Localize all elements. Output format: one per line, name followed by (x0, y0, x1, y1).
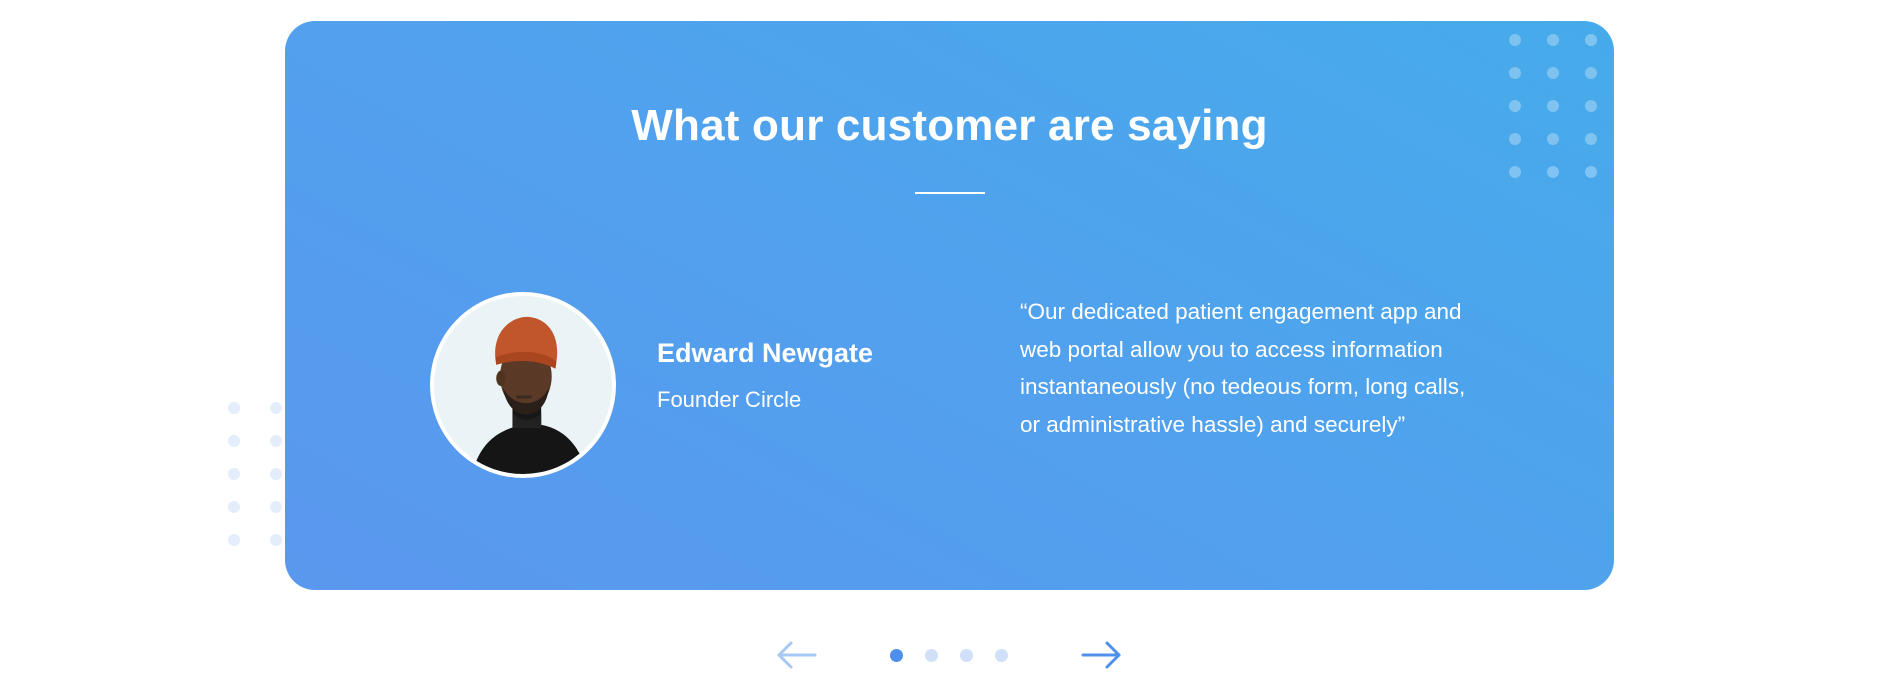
heading-divider (915, 192, 985, 194)
avatar-portrait-image (434, 296, 612, 474)
section-heading: What our customer are saying (631, 101, 1268, 150)
decorative-dot-pattern-left (228, 402, 282, 546)
testimonials-section: What our customer are saying Edward Newg… (0, 0, 1900, 693)
arrow-left-icon[interactable] (776, 640, 818, 670)
customer-name: Edward Newgate (657, 338, 874, 368)
carousel-dot-3[interactable] (960, 649, 973, 662)
carousel-dot-1[interactable] (890, 649, 903, 662)
carousel-dot-2[interactable] (925, 649, 938, 662)
testimonial-card: What our customer are saying Edward Newg… (285, 21, 1614, 590)
customer-avatar (430, 292, 616, 478)
carousel-navigation (0, 630, 1900, 680)
carousel-dot-4[interactable] (995, 649, 1008, 662)
testimonial-quote: “Our dedicated patient engagement app an… (1020, 299, 1466, 437)
arrow-right-icon[interactable] (1080, 640, 1122, 670)
customer-role: Founder Circle (657, 387, 802, 412)
